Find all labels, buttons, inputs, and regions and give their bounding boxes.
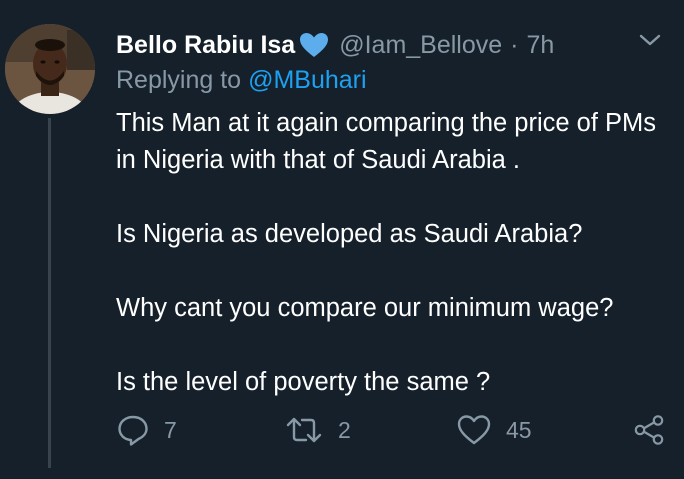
tweet[interactable]: Bello Rabiu Isa @Iam_Bellove · 7h Replyi… [0,0,684,479]
display-name[interactable]: Bello Rabiu Isa [116,31,295,60]
tweet-paragraph: This Man at it again comparing the price… [116,109,656,174]
tweet-paragraph: Why cant you compare our minimum wage? [116,294,614,322]
avatar-photo [5,24,95,114]
blue-heart-icon [300,33,329,57]
separator-dot: · [510,30,519,59]
like-button[interactable]: 45 [456,410,532,450]
like-count: 45 [506,416,532,443]
tweet-header: Bello Rabiu Isa @Iam_Bellove · 7h [116,28,554,62]
tweet-body: This Man at it again comparing the price… [116,105,676,401]
retweet-count: 2 [338,416,351,443]
share-icon [634,415,664,445]
reply-icon [118,415,148,446]
avatar[interactable] [5,24,95,114]
action-bar: 7 2 45 [116,410,676,450]
timestamp[interactable]: 7h [527,31,555,60]
chevron-down-icon[interactable] [637,30,663,50]
retweet-icon [286,417,322,443]
tweet-paragraph: Is Nigeria as developed as Saudi Arabia? [116,220,583,248]
replying-to-label: Replying to [116,66,242,94]
tweet-paragraph: Is the level of poverty the same ? [116,368,491,396]
reply-count: 7 [164,416,177,443]
handle[interactable]: @Iam_Bellove [339,31,502,60]
share-button[interactable] [632,410,666,450]
heart-icon [457,415,491,445]
reply-mention-link[interactable]: @MBuhari [248,66,366,94]
replying-to: Replying to @MBuhari [116,66,367,95]
retweet-button[interactable]: 2 [284,410,351,450]
reply-button[interactable]: 7 [116,410,177,450]
thread-line [48,118,51,468]
